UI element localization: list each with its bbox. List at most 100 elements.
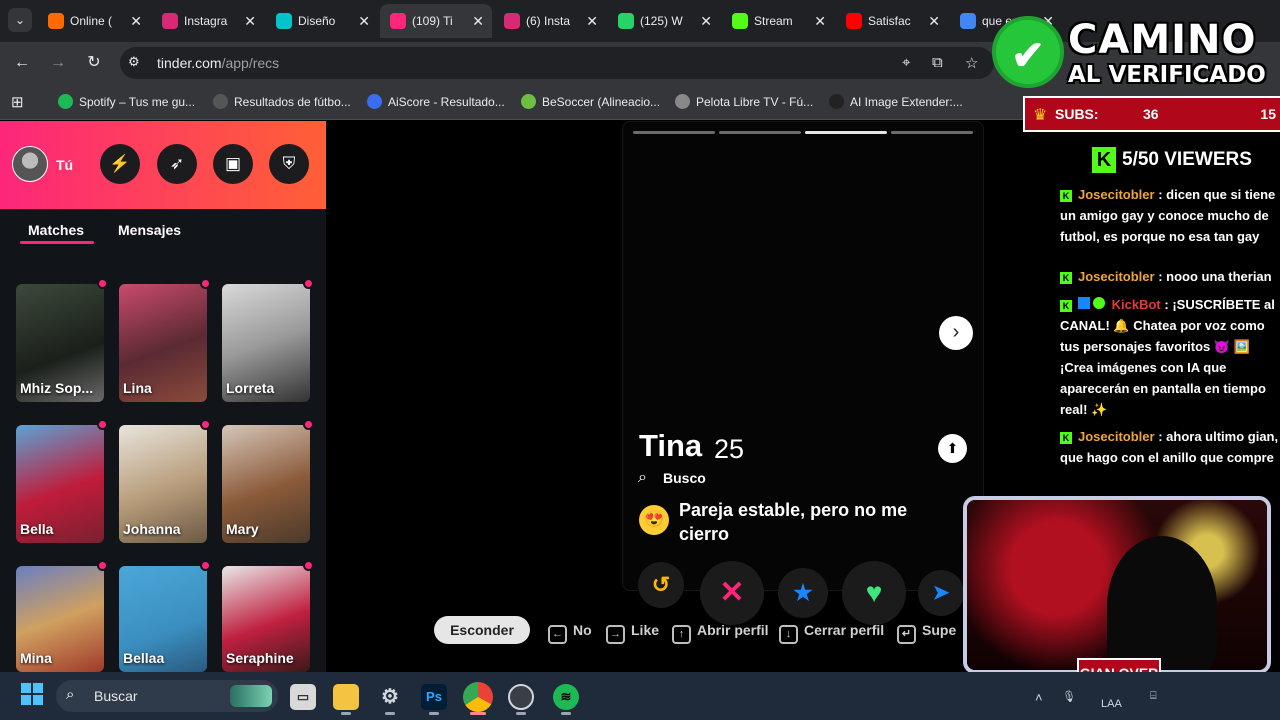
windows-start-icon[interactable] (21, 683, 43, 705)
explore-compass-icon[interactable]: ➶ (157, 144, 197, 184)
network-icon[interactable]: ⌸ (1150, 690, 1157, 703)
avatar[interactable] (12, 146, 48, 182)
microphone-icon[interactable]: 🎙 (1062, 690, 1076, 703)
obs-icon[interactable] (508, 684, 534, 710)
install-icon[interactable]: ⧉ (932, 54, 943, 71)
bookmark-item[interactable]: AI Image Extender:... (829, 93, 963, 111)
browser-tab[interactable]: Satisfac ✕ (836, 4, 948, 38)
close-tab-icon[interactable]: ✕ (130, 4, 142, 38)
subs-goal: 15 (1260, 106, 1276, 122)
location-icon[interactable]: ⌖ (902, 54, 910, 71)
match-name: Mina (20, 650, 52, 666)
bookmark-favicon-icon (367, 94, 382, 109)
shortcut-label: Supe (922, 622, 957, 638)
back-arrow-icon[interactable]: ← (10, 51, 34, 75)
open-profile-icon[interactable]: ⬆ (938, 434, 967, 463)
close-tab-icon[interactable]: ✕ (586, 4, 598, 38)
match-card[interactable]: Seraphine (222, 566, 310, 672)
show-hidden-icons-icon[interactable]: ˄ (1035, 690, 1043, 705)
boost-icon[interactable]: ⚡ (100, 144, 140, 184)
bot-badge-icon (1078, 297, 1090, 309)
match-card[interactable]: Bellaa (119, 566, 207, 672)
shield-icon[interactable]: ⛨ (269, 144, 309, 184)
bookmark-star-icon[interactable]: ☆ (965, 54, 978, 72)
new-match-dot (97, 560, 108, 571)
subs-label: SUBS: (1055, 106, 1099, 122)
search-icon: ⌕ (66, 686, 75, 703)
photo-progress-segment[interactable] (719, 131, 801, 134)
new-match-dot (200, 278, 211, 289)
new-match-dot (200, 419, 211, 430)
kick-badge-icon: K (1060, 432, 1072, 444)
looking-for-label: Busco (663, 470, 706, 486)
match-card[interactable]: Mhiz Sop... (16, 284, 104, 402)
close-tab-icon[interactable]: ✕ (472, 4, 484, 38)
close-tab-icon[interactable]: ✕ (700, 4, 712, 38)
apps-grid-icon[interactable]: ⊞ (11, 93, 24, 111)
next-photo-icon[interactable]: › (939, 316, 973, 350)
photo-progress-segment[interactable] (633, 131, 715, 134)
bookmark-item[interactable]: Spotify – Tus me gu... (58, 93, 195, 111)
close-tab-icon[interactable]: ✕ (358, 4, 370, 38)
send-boost-button[interactable]: ➤ (918, 570, 964, 616)
browser-tab[interactable]: (125) W ✕ (608, 4, 720, 38)
browser-tab[interactable]: (109) Ti ✕ (380, 4, 492, 38)
tab-mensajes[interactable]: Mensajes (118, 222, 181, 238)
reload-icon[interactable]: ↻ (82, 51, 106, 75)
photo-progress-segment[interactable] (891, 131, 973, 134)
hide-shortcuts-button[interactable]: Esconder (434, 616, 530, 644)
briefcase-icon[interactable]: ▣ (213, 144, 253, 184)
match-card[interactable]: Mary (222, 425, 310, 543)
task-view-icon[interactable]: ▭ (290, 684, 316, 710)
chat-message: K Josecitobler : nooo una therian (1060, 266, 1280, 287)
viewer-counter: K 5/50 VIEWERS (1078, 140, 1280, 182)
close-tab-icon[interactable]: ✕ (814, 4, 826, 38)
tab-matches[interactable]: Matches (28, 222, 84, 238)
forward-arrow-icon[interactable]: → (46, 51, 70, 75)
bookmark-item[interactable]: BeSoccer (Alineacio... (521, 93, 660, 111)
rewind-button[interactable]: ↺ (638, 562, 684, 608)
tab-favicon-icon (48, 13, 64, 29)
nope-button[interactable]: ✕ (700, 561, 764, 625)
browser-tab[interactable]: Instagra ✕ (152, 4, 264, 38)
tab-title: (125) W (640, 14, 683, 28)
match-card[interactable]: Johanna (119, 425, 207, 543)
bookmark-favicon-icon (675, 94, 690, 109)
file-explorer-icon[interactable] (333, 684, 359, 710)
language-indicator[interactable]: LAA (1101, 698, 1122, 710)
match-name: Mhiz Sop... (20, 380, 94, 396)
chrome-icon[interactable] (463, 682, 493, 712)
browser-tab[interactable]: Diseño ✕ (266, 4, 378, 38)
photoshop-icon[interactable]: Ps (421, 684, 447, 710)
keyboard-shortcut-hint: ↵ Supe (897, 622, 963, 644)
tab-search-menu-button[interactable]: ⌄ (8, 8, 32, 32)
bookmark-item[interactable]: AiScore - Resultado... (367, 93, 505, 111)
tab-favicon-icon (960, 13, 976, 29)
bookmark-item[interactable]: Pelota Libre TV - Fú... (675, 93, 813, 111)
bookmark-item[interactable]: Resultados de fútbo... (213, 93, 351, 111)
browser-tab[interactable]: Online (✕ (38, 4, 150, 38)
super-like-button[interactable]: ★ (778, 568, 828, 618)
chat-message: K Josecitobler : dicen que si tiene un am… (1060, 187, 1276, 244)
browser-tab[interactable]: (6) Insta ✕ (494, 4, 606, 38)
profile-label[interactable]: Tú (56, 157, 73, 173)
spotify-icon[interactable]: ≋ (553, 684, 579, 710)
close-tab-icon[interactable]: ✕ (244, 4, 256, 38)
bookmark-label: AI Image Extender:... (850, 95, 963, 109)
match-card[interactable]: Mina (16, 566, 104, 672)
taskbar-search-placeholder: Buscar (94, 688, 138, 704)
site-info-icon[interactable]: ⚙ (128, 54, 140, 70)
photo-progress-segment[interactable] (805, 131, 887, 134)
settings-gear-icon[interactable]: ⚙ (377, 684, 403, 710)
tab-title: Stream (754, 14, 793, 28)
new-match-dot (303, 419, 314, 430)
address-bar[interactable]: ⚙ tinder.com/app/recs ⌖ ⧉ ☆ (120, 47, 994, 79)
shortcut-label: No (573, 622, 592, 638)
match-card[interactable]: Lina (119, 284, 207, 402)
taskbar-search-box[interactable]: ⌕ Buscar (56, 680, 278, 712)
match-card[interactable]: Lorreta (222, 284, 310, 402)
like-button[interactable]: ♥ (842, 561, 906, 625)
close-tab-icon[interactable]: ✕ (928, 4, 940, 38)
browser-tab[interactable]: Stream ✕ (722, 4, 834, 38)
match-card[interactable]: Bella (16, 425, 104, 543)
